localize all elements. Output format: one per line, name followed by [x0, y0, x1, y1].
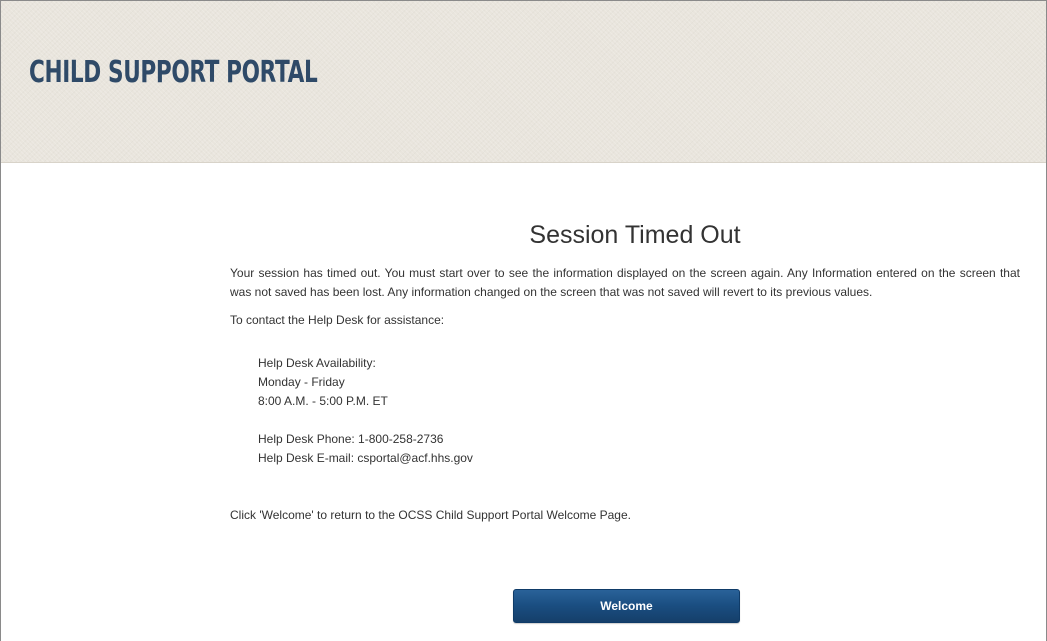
welcome-button[interactable]: Welcome — [513, 589, 740, 623]
page-frame: CHILD SUPPORT PORTAL Session Timed Out Y… — [0, 0, 1047, 641]
button-container: Welcome — [513, 589, 740, 623]
page-title: Session Timed Out — [529, 221, 741, 249]
help-desk-availability: Help Desk Availability: Monday - Friday … — [258, 354, 1020, 411]
contact-intro: To contact the Help Desk for assistance: — [230, 313, 445, 327]
availability-days: Monday - Friday — [258, 375, 345, 389]
header-banner: CHILD SUPPORT PORTAL — [1, 1, 1046, 163]
session-timeout-panel: Session Timed Out Your session has timed… — [230, 221, 1020, 525]
help-desk-email: Help Desk E-mail: csportal@acf.hhs.gov — [258, 451, 473, 465]
portal-logo-text: CHILD SUPPORT PORTAL — [29, 55, 318, 90]
availability-hours: 8:00 A.M. - 5:00 P.M. ET — [258, 394, 388, 408]
availability-label: Help Desk Availability: — [258, 356, 376, 370]
help-desk-contact: Help Desk Phone: 1-800-258-2736 Help Des… — [258, 430, 1020, 468]
timeout-message: Your session has timed out. You must sta… — [230, 266, 1020, 299]
return-note: Click 'Welcome' to return to the OCSS Ch… — [230, 508, 631, 522]
help-desk-phone: Help Desk Phone: 1-800-258-2736 — [258, 432, 444, 446]
